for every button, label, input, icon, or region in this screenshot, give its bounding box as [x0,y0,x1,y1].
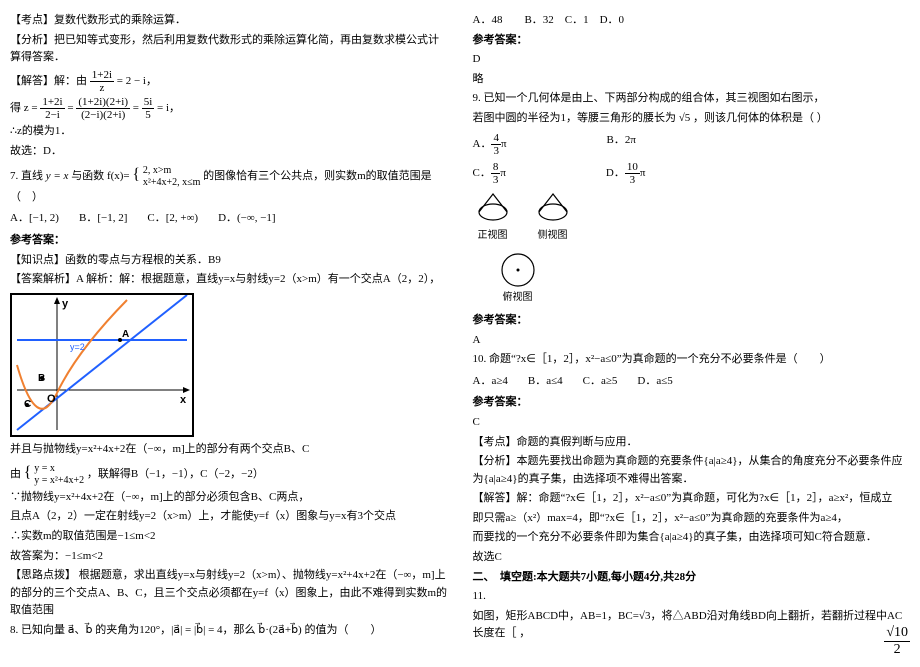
reference-answer-label-r3: 参考答案： [473,394,911,412]
answer-10: C [473,414,911,432]
q9-options: A．43π B．2π [473,132,911,157]
front-view: 正视图 [473,192,513,244]
answer-analysis: 【答案解析】A 解析：解：根据题意，直线y=x与射线y=2（x>m）有一个交点A… [10,271,448,289]
answer-8: D [473,51,911,69]
sol-10d: 故选C [473,549,911,567]
graph-y-label: y [62,298,69,310]
piecewise-func: f(x)= { 2, x>m x²+4x+2, x≤m [107,170,203,182]
q9-options-2: C．83π D．103π [473,161,911,186]
section-2-header: 二、 填空题:本大题共7小题,每小题4分,共28分 [473,569,911,587]
top-view-row: 俯视图 [498,250,911,306]
para-2: 由 { y = x y = x²+4x+2 ，联解得B（−1，−1），C（−2，… [10,460,448,486]
q11-number: 11. [473,588,911,606]
para-6: 故答案为：−1≤m<2 [10,548,448,566]
frac-3: 5i5 [142,96,155,121]
answer-9: A [473,332,911,350]
q10-opt-d: D．a≤5 [637,373,672,391]
thought-process: 【思路点拨】 根据题意，求出直线y=x与射线y=2（x>m）、抛物线y=x²+4… [10,567,448,620]
fraction-expr: 1+2iz [90,69,114,94]
knowledge-point: 【知识点】函数的零点与方程根的关系．B9 [10,252,448,270]
side-view: 侧视图 [533,192,573,244]
frac-2: (1+2i)(2+i)(2−i)(2+i) [76,96,130,121]
q10-opt-c: C．a≥5 [583,373,618,391]
q7-opt-d: D．(−∞, −1] [218,210,276,228]
q11-text: 如图，矩形ABCD中，AB=1，BC=√3，将△ABD沿对角线BD向上翻折，若翻… [473,608,911,643]
q7-opt-c: C．[2, +∞) [147,210,198,228]
para-5: ∴实数m的取值范围是−1≤m<2 [10,528,448,546]
q9-text-a: 9. 已知一个几何体是由上、下两部分构成的组合体，其三视图如右图示， [473,90,911,108]
q9-opt-d: D．103π [606,161,646,186]
para-3: ∵抛物线y=x²+4x+2在（−∞，m]上的部分必须包含B、C两点， [10,489,448,507]
para-4: 且点A（2，2）一定在射线y=2（x>m）上，才能使y=f（x）图象与y=x有3… [10,508,448,526]
cone-front-icon [473,192,513,228]
q10-opt-b: B．a≤4 [528,373,563,391]
q8-options: A．48 B．32 C．1 D．0 [473,12,911,30]
q8-text: 8. 已知向量 a⃗、b⃗ 的夹角为120°，|a⃗| = |b⃗| = 4，那… [10,622,448,640]
left-column: 【考点】复数代数形式的乘除运算． 【分析】把已知等式变形，然后利用复数代数形式的… [10,10,448,657]
cone-side-icon [533,192,573,228]
graph-y2-label: y=2 [70,342,85,352]
q10-text: 10. 命题“?x∈［1，2］，x²−a≤0”为真命题的一个充分不必要条件是（ … [473,351,911,369]
sol-10b: 即只需a≥（x²）max=4，即“?x∈［1，2］，x²−a≤0”为真命题的充要… [473,510,911,528]
q11-frac: √102 [884,625,910,657]
reference-answer-label-r1: 参考答案： [473,32,911,50]
q9-text-b: 若图中圆的半径为1，等腰三角形的腰长为 √5 ，则该几何体的体积是（ ） [473,110,911,128]
modulus-line: ∴z的模为1． [10,123,448,141]
sol-10c: 而要找的一个充分不必要条件即为集合{a|a≥4}的真子集，由选择项可知C符合题意… [473,529,911,547]
top-view-label: 俯视图 [503,290,533,306]
q7-options: A．[−1, 2) B．[−1, 2] C．[2, +∞) D．(−∞, −1] [10,210,448,228]
graph-point-a: A [122,329,129,340]
analysis-10: 【分析】本题先要找出命题为真命题的充要条件{a|a≥4}，从集合的角度充分不必要… [473,453,911,488]
side-view-label: 侧视图 [538,228,568,244]
right-column: A．48 B．32 C．1 D．0 参考答案： D 略 9. 已知一个几何体是由… [473,10,911,657]
three-views: 正视图 侧视图 [473,192,911,244]
solution-line-1: 【解答】解：由 1+2iz = 2 − i， [10,69,448,94]
para-1: 并且与抛物线y=x²+4x+2在（−∞，m]上的部分有两个交点B、C [10,441,448,459]
reference-answer-label: 参考答案： [10,232,448,250]
q10-opt-a: A．a≥4 [473,373,508,391]
exam-point: 【考点】复数代数形式的乘除运算． [10,12,448,30]
expr-yx: y = x [46,170,69,182]
function-graph: y x O A y=2 B C [10,293,194,437]
circle-top-icon [498,250,538,290]
sol-prefix: 【解答】解：由 [10,75,87,87]
exam-point-10: 【考点】命题的真假判断与应用． [473,434,911,452]
q10-options: A．a≥4 B．a≤4 C．a≥5 D．a≤5 [473,373,911,391]
graph-svg: y x O A y=2 B C [12,295,192,435]
q9-opt-c: C．83π [473,161,506,186]
sol-10a: 【解答】解：命题“?x∈［1，2］，x²−a≤0”为真命题，可化为?x∈［1，2… [473,490,911,508]
choice-line: 故选：D． [10,143,448,161]
frac-1: 1+2i2−i [40,96,64,121]
q9-opt-b: B．2π [607,132,636,157]
top-view: 俯视图 [498,250,538,306]
analysis: 【分析】把已知等式变形，然后利用复数代数形式的乘除运算化简，再由复数求模公式计算… [10,32,448,67]
front-view-label: 正视图 [478,228,508,244]
q7-opt-b: B．[−1, 2] [79,210,127,228]
reference-answer-label-r2: 参考答案： [473,312,911,330]
answer-8-note: 略 [473,71,911,89]
q9-opt-a: A．43π [473,132,507,157]
graph-x-label: x [180,394,187,406]
graph-origin: O [47,393,56,405]
solution-line-2: 得 z = 1+2i2−i = (1+2i)(2+i)(2−i)(2+i) = … [10,96,448,121]
q7-text: 7. 直线 y = x 与函数 f(x)= { 2, x>m x²+4x+2, … [10,162,448,206]
q7-opt-a: A．[−1, 2) [10,210,59,228]
